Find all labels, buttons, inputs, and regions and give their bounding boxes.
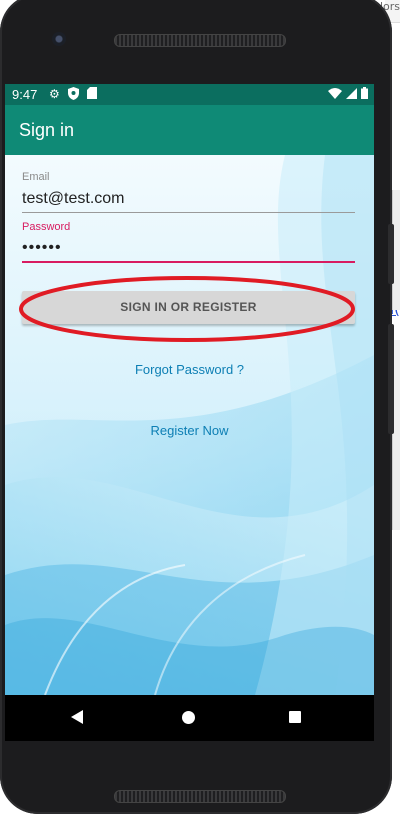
recent-apps-icon[interactable] xyxy=(289,711,301,723)
status-icons-left: ⚙ xyxy=(49,87,97,103)
front-camera-icon xyxy=(52,32,66,46)
back-icon[interactable] xyxy=(71,710,83,724)
signal-icon xyxy=(346,87,357,102)
status-bar: 9:47 ⚙ xyxy=(5,84,374,105)
sign-in-button[interactable]: SIGN IN OR REGISTER xyxy=(22,291,355,324)
status-time: 9:47 xyxy=(12,87,38,102)
navigation-bar xyxy=(5,695,374,741)
password-underline xyxy=(22,261,355,263)
email-field[interactable]: test@test.com xyxy=(22,190,125,208)
device-screen: 9:47 ⚙ Sign in Email test@test.com Passw… xyxy=(5,84,374,741)
forgot-password-link[interactable]: Forgot Password ? xyxy=(5,362,374,377)
status-icons-right xyxy=(328,87,368,102)
phone-frame: 9:47 ⚙ Sign in Email test@test.com Passw… xyxy=(0,0,394,814)
wifi-icon xyxy=(328,87,342,102)
password-field[interactable]: •••••• xyxy=(22,239,62,257)
battery-icon xyxy=(361,87,368,102)
signin-content: Email test@test.com Password •••••• SIGN… xyxy=(5,155,374,695)
earpiece-speaker xyxy=(114,34,286,47)
bottom-speaker xyxy=(114,790,286,803)
app-bar: Sign in xyxy=(5,105,374,155)
email-label: Email xyxy=(22,171,50,183)
home-icon[interactable] xyxy=(182,711,195,724)
volume-button xyxy=(388,224,394,284)
page-title: Sign in xyxy=(19,120,75,140)
register-now-link[interactable]: Register Now xyxy=(5,423,374,438)
password-label: Password xyxy=(22,221,71,233)
gear-icon: ⚙ xyxy=(49,87,60,101)
email-underline xyxy=(22,212,355,213)
shield-icon xyxy=(67,87,79,103)
power-button xyxy=(388,324,394,434)
sd-card-icon xyxy=(86,87,97,103)
